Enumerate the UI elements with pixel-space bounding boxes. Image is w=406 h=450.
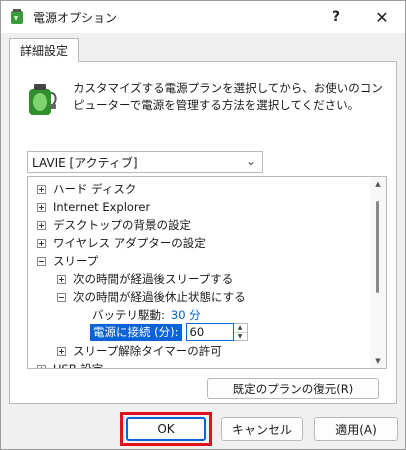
scrollbar-thumb[interactable]	[376, 201, 379, 293]
tree-scrollbar[interactable]: ▲ ▼	[370, 177, 386, 368]
settings-tree[interactable]: ハード ディスク Internet Explorer デスクトップの背景の設定 …	[27, 176, 387, 369]
tree-item-label: ハード ディスク	[53, 182, 137, 196]
tree-item-label: ワイヤレス アダプターの設定	[53, 236, 206, 250]
plugged-in-label: 電源に接続 (分):	[90, 323, 182, 341]
expand-icon[interactable]	[37, 202, 46, 212]
tree-item-wake-timers[interactable]: スリープ解除タイマーの許可	[57, 342, 222, 360]
help-button[interactable]: ?	[313, 1, 359, 33]
power-options-dialog: 電源オプション ? ✕ 詳細設定 カスタマイズする電源プランを選択してから、お使…	[0, 0, 406, 450]
tree-item-label: デスクトップの背景の設定	[53, 218, 191, 232]
minutes-spinner[interactable]: ▲ ▼	[233, 323, 248, 341]
power-plan-select[interactable]: LAVIE [アクティブ] ⌄	[27, 151, 263, 173]
collapse-icon[interactable]	[57, 292, 66, 302]
cancel-button[interactable]: キャンセル	[221, 417, 303, 441]
power-plan-icon	[29, 84, 57, 115]
close-button[interactable]: ✕	[359, 1, 405, 33]
expand-icon[interactable]	[37, 238, 46, 248]
plugged-in-minutes-input[interactable]: 60	[185, 323, 234, 341]
spin-up-icon[interactable]: ▲	[233, 324, 247, 333]
tree-item-label: バッテリ駆動:	[92, 308, 165, 322]
tree-item-on-battery[interactable]: バッテリ駆動: 30 分	[92, 306, 201, 324]
expand-icon[interactable]	[37, 220, 46, 230]
tree-item-label: スリープ	[53, 254, 99, 268]
chevron-down-icon: ⌄	[245, 154, 256, 168]
tree-item-label: USB 設定	[53, 362, 104, 369]
tree-item-internet-explorer[interactable]: Internet Explorer	[37, 198, 150, 216]
selected-plan: LAVIE [アクティブ]	[32, 155, 138, 170]
scroll-up-icon[interactable]: ▲	[370, 177, 386, 191]
description-text: カスタマイズする電源プランを選択してから、お使いのコンピューターで電源を管理する…	[73, 81, 383, 112]
tree-item-desktop-background[interactable]: デスクトップの背景の設定	[37, 216, 191, 234]
ok-button[interactable]: OK	[126, 417, 206, 441]
tree-item-sleep[interactable]: スリープ	[37, 252, 98, 270]
tree-item-plugged-in[interactable]: 電源に接続 (分): 60 ▲ ▼	[90, 323, 248, 341]
scroll-down-icon[interactable]: ▼	[370, 354, 386, 368]
restore-defaults-button[interactable]: 既定のプランの復元(R)	[207, 378, 379, 399]
tree-item-label: 次の時間が経過後休止状態にする	[73, 290, 246, 304]
tree-item-hard-disk[interactable]: ハード ディスク	[37, 180, 136, 198]
tree-item-usb-settings[interactable]: USB 設定	[37, 360, 104, 369]
spin-down-icon[interactable]: ▼	[234, 333, 247, 341]
expand-icon[interactable]	[57, 274, 66, 284]
expand-icon[interactable]	[37, 364, 46, 368]
expand-icon[interactable]	[37, 184, 46, 194]
expand-icon[interactable]	[57, 346, 66, 356]
collapse-icon[interactable]	[37, 256, 46, 266]
tree-item-hibernate-after[interactable]: 次の時間が経過後休止状態にする	[57, 288, 246, 306]
on-battery-value[interactable]: 30 分	[171, 307, 201, 323]
tree-item-label: Internet Explorer	[53, 200, 151, 214]
window-title: 電源オプション	[33, 11, 118, 25]
tree-item-sleep-after[interactable]: 次の時間が経過後スリープする	[57, 270, 233, 288]
tab-advanced-settings[interactable]: 詳細設定	[9, 38, 79, 62]
power-options-icon	[11, 9, 23, 24]
tree-item-label: スリープ解除タイマーの許可	[73, 344, 222, 358]
tree-item-label: 次の時間が経過後スリープする	[73, 272, 234, 286]
title-bar: 電源オプション ? ✕	[1, 1, 405, 33]
apply-button[interactable]: 適用(A)	[314, 417, 398, 441]
tree-item-wireless-adapter[interactable]: ワイヤレス アダプターの設定	[37, 234, 206, 252]
